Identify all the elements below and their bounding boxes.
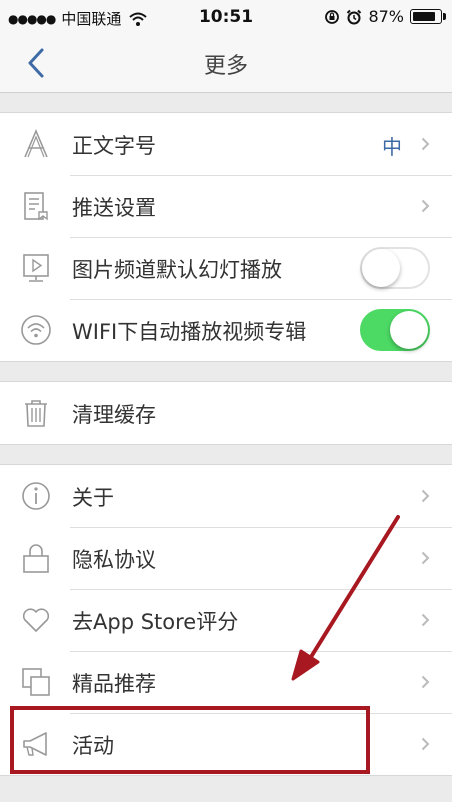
font-size-row[interactable]: 正文字号 中 — [0, 113, 452, 175]
chevron-right-icon — [421, 613, 430, 627]
status-right: 87% — [324, 7, 446, 26]
chevron-right-icon — [421, 489, 430, 503]
toggle-knob — [362, 249, 400, 287]
wifi-autoplay-row: WIFI下自动播放视频专辑 — [0, 299, 452, 361]
battery-fill — [413, 12, 435, 21]
slideshow-icon — [23, 254, 49, 282]
about-row[interactable]: 关于 — [0, 465, 452, 527]
push-settings-row[interactable]: 推送设置 — [0, 175, 452, 237]
clear-cache-label: 清理缓存 — [72, 403, 156, 427]
heart-icon — [22, 608, 50, 632]
about-label: 关于 — [72, 486, 114, 510]
rotation-lock-icon — [325, 9, 340, 24]
font-size-value: 中 — [382, 135, 402, 159]
chevron-right-icon — [421, 199, 430, 213]
push-settings-icon — [24, 192, 48, 221]
info-icon — [22, 482, 50, 510]
annotation-highlight-box — [10, 706, 370, 774]
chevron-right-icon — [421, 551, 430, 565]
recommend-label: 精品推荐 — [72, 672, 156, 696]
navigation-bar: 更多 — [0, 34, 452, 93]
trash-icon — [25, 400, 47, 427]
font-size-icon — [24, 128, 48, 158]
slideshow-label: 图片频道默认幻灯播放 — [72, 258, 282, 282]
push-settings-label: 推送设置 — [72, 196, 156, 220]
stacked-squares-icon — [22, 668, 50, 696]
display-settings-section: 正文字号 中 推送设置 图片频道默认幻灯播放 WIFI下自动播放视频专辑 — [0, 112, 452, 362]
clear-cache-row[interactable]: 清理缓存 — [0, 382, 452, 444]
wifi-autoplay-toggle[interactable] — [360, 309, 430, 351]
rate-app-row[interactable]: 去App Store评分 — [0, 589, 452, 651]
status-bar: ●●●●● 中国联通 10:51 87% — [0, 0, 452, 34]
battery-percentage: 87% — [368, 7, 404, 26]
font-size-label: 正文字号 — [72, 134, 156, 158]
wifi-icon — [21, 315, 51, 345]
alarm-icon — [347, 9, 362, 24]
chevron-right-icon — [421, 137, 430, 151]
chevron-right-icon — [421, 737, 430, 751]
wifi-autoplay-label: WIFI下自动播放视频专辑 — [72, 320, 307, 344]
toggle-knob — [390, 311, 428, 349]
recommend-row[interactable]: 精品推荐 — [0, 651, 452, 713]
storage-section: 清理缓存 — [0, 381, 452, 445]
privacy-label: 隐私协议 — [72, 548, 156, 572]
slideshow-row: 图片频道默认幻灯播放 — [0, 237, 452, 299]
slideshow-toggle[interactable] — [360, 247, 430, 289]
lock-icon — [23, 544, 49, 573]
rate-app-label: 去App Store评分 — [72, 610, 239, 634]
privacy-row[interactable]: 隐私协议 — [0, 527, 452, 589]
page-title: 更多 — [203, 54, 248, 79]
battery-icon — [410, 9, 446, 24]
chevron-right-icon — [421, 675, 430, 689]
